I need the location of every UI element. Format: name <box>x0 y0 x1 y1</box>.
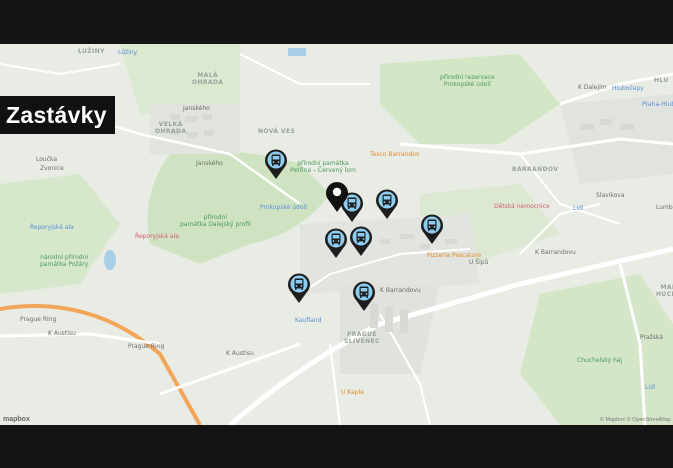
map-label: Praha-Hlubočepy <box>642 101 673 108</box>
map-label: Lumbe <box>656 204 673 211</box>
map-label: Pizzeria Pescatore <box>427 252 482 259</box>
map-label: NOVÁ VES <box>258 128 296 135</box>
map-label: Lidl <box>645 384 656 391</box>
map-label: přírodní rezervace Prokopské údolí <box>440 74 495 88</box>
map-label: Dětská nemocnice <box>494 203 550 210</box>
map-label: K Barrandovu <box>535 249 576 256</box>
location-pin-icon <box>326 182 348 212</box>
map-label: VELKÁ OHRADA <box>155 121 187 135</box>
map-label: BARRANDOV <box>512 166 559 173</box>
bus-icon <box>265 149 287 179</box>
map-label: Zvonice <box>40 165 64 172</box>
page-title: Zastávky <box>6 101 107 128</box>
map-label: Janského <box>183 105 210 112</box>
map-label: MALÁ OHRADA <box>192 72 224 86</box>
map-label: LUŽINY <box>78 48 105 55</box>
bus-stop-pin[interactable] <box>352 280 376 312</box>
map-label: K Dalejím <box>578 84 607 91</box>
bus-stop-pin[interactable] <box>287 272 311 304</box>
map-label: Chuchelský háj <box>577 357 623 364</box>
bus-icon <box>325 228 347 258</box>
map-label: K Austisu <box>48 330 76 337</box>
mapbox-logo[interactable]: mapbox <box>3 416 30 423</box>
map-label: Slavíkova <box>596 192 625 199</box>
map-label: U Šipů <box>469 259 489 266</box>
map-label: Lidl <box>573 205 584 212</box>
map-label: Tesco Barrandov <box>370 151 420 158</box>
map-label: národní přírodní památka Požáry <box>40 254 89 268</box>
location-pin[interactable] <box>325 181 349 213</box>
map-label: Hlubočepy <box>612 85 644 92</box>
bus-icon <box>353 281 375 311</box>
bus-stop-pin[interactable] <box>349 225 373 257</box>
map-label: Pražská <box>640 334 663 341</box>
map-label: Prokopské údolí <box>260 204 307 211</box>
map-label: PRAGUE SLIVENEC <box>344 331 380 345</box>
bus-icon <box>350 226 372 256</box>
bus-stop-pin[interactable] <box>264 148 288 180</box>
bus-stop-pin[interactable] <box>375 188 399 220</box>
map-attribution[interactable]: © Mapbox © OpenStreetMap <box>600 417 671 423</box>
map-label: přírodní památka Dalejský profil <box>180 214 251 228</box>
bus-stop-pin[interactable] <box>420 213 444 245</box>
bus-icon <box>376 189 398 219</box>
map-label: přírodní památka Petřina – Červený lom <box>290 160 356 174</box>
page-title-box: Zastávky <box>0 96 115 134</box>
map-label: Loučka <box>36 156 58 163</box>
map-label: Janského <box>196 160 223 167</box>
bus-icon <box>421 214 443 244</box>
bus-stop-pin[interactable] <box>324 227 348 259</box>
map-label: MALÁ HUCHLE <box>656 284 673 298</box>
map-label: Řeporyjská ala <box>135 233 179 240</box>
map-label: Kaufland <box>295 317 322 324</box>
map-label: K Austisu <box>226 350 254 357</box>
map-label: Lůžiny <box>118 49 138 56</box>
map-label: Prague Ring <box>20 316 57 323</box>
map-label: U Kaple <box>341 389 364 396</box>
map-label: Prague Ring <box>128 343 165 350</box>
bus-icon <box>288 273 310 303</box>
map-label: K Barrandovu <box>380 287 421 294</box>
map-label: HLU <box>654 77 669 84</box>
map-label: Řeporyjská ala <box>30 224 74 231</box>
